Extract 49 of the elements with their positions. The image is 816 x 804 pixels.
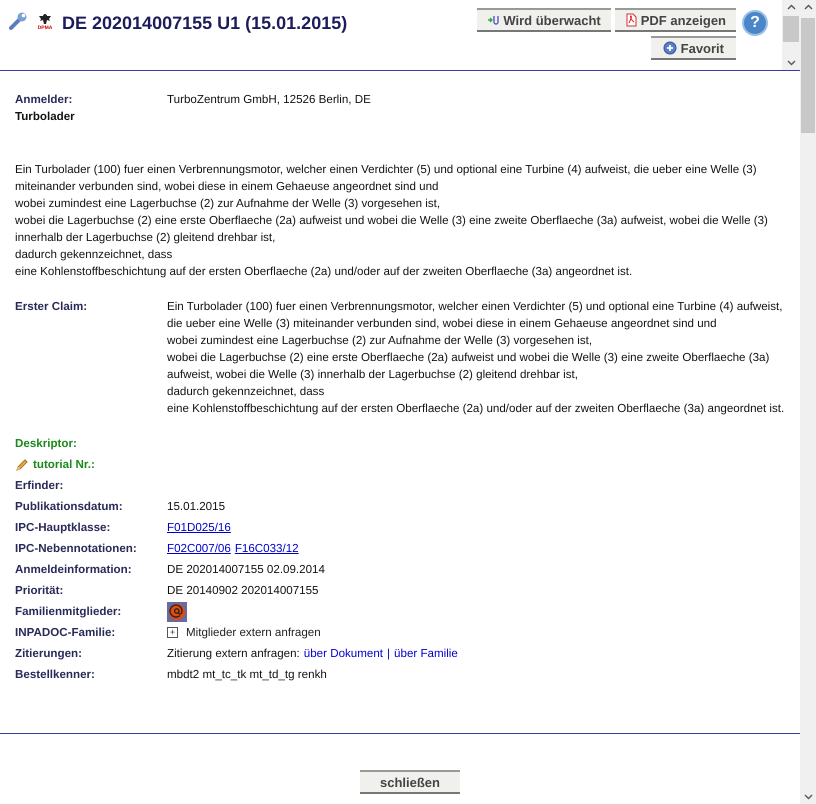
field-label: IPC-Nebennotationen:	[15, 541, 138, 557]
ipc-link[interactable]: F16C033/12	[234, 538, 299, 559]
abstract-line: wobei zumindest eine Lagerbuchse (2) zur Aufnahme der Welle (3) vorgesehen ist,	[15, 196, 442, 212]
citation-link[interactable]: über Dokument	[304, 643, 384, 664]
field-value: mbdt2 mt_tc_tk mt_td_tg renkh	[167, 667, 328, 683]
field-value: Zitierung extern anfragen:	[167, 646, 300, 662]
field-label: Priorität:	[15, 583, 64, 599]
pencil-icon[interactable]	[15, 458, 29, 472]
link-separator: |	[387, 646, 390, 662]
section-heading: Deskriptor:	[15, 436, 77, 452]
abstract-line: dadurch gekennzeichnet, dass	[15, 247, 174, 263]
claim-line: dadurch gekennzeichnet, dass	[167, 384, 326, 400]
field-label: Erster Claim:	[15, 299, 88, 315]
field-label: INPADOC-Familie:	[15, 625, 116, 641]
pdf-button[interactable]: PDF anzeigen	[614, 8, 736, 32]
favorite-button[interactable]: Favorit	[650, 36, 736, 60]
help-button[interactable]: ?	[742, 10, 768, 36]
field-label: Publikationsdatum:	[15, 499, 124, 515]
scrollbar-thumb[interactable]	[783, 16, 799, 42]
invention-title: Turbolader	[15, 110, 76, 123]
pdf-icon	[624, 13, 637, 27]
watch-button[interactable]: Wird überwacht	[477, 8, 611, 32]
field-label: Anmelder:	[15, 92, 74, 108]
field-label: Bestellkenner:	[15, 667, 96, 683]
field-value: 15.01.2015	[167, 499, 226, 515]
field-value: DE 20140902 202014007155	[167, 583, 320, 599]
field-value[interactable]: Mitglieder extern anfragen	[186, 622, 321, 643]
eagle-icon	[38, 13, 52, 25]
section-heading: tutorial Nr.:	[33, 457, 95, 473]
field-label: Erfinder:	[15, 478, 64, 494]
expand-toggle[interactable]: +	[167, 627, 178, 638]
plus-circle-icon	[662, 41, 677, 55]
field-label: IPC-Hauptklasse:	[15, 520, 112, 536]
wrench-icon	[8, 11, 28, 31]
citation-link[interactable]: über Familie	[394, 643, 458, 664]
ipc-link[interactable]: F01D025/16	[167, 517, 231, 538]
at-sign-icon[interactable]	[167, 602, 187, 622]
field-value: TurboZentrum GmbH, 12526 Berlin, DE	[167, 92, 372, 108]
field-label: Zitierungen:	[15, 646, 83, 662]
close-button[interactable]: schließen	[360, 770, 460, 794]
scrollbar-thumb[interactable]	[801, 18, 815, 133]
claim-line: eine Kohlenstoffbeschichtung auf der ersten Oberflaeche (2a) und/oder auf der zweiten Oberflaeche (3a) angeordnet ist.	[167, 401, 786, 417]
field-label: Anmeldeinformation:	[15, 562, 133, 578]
document-title: DE 202014007155 U1 (15.01.2015)	[62, 12, 348, 35]
ipc-link[interactable]: F02C007/06	[167, 538, 231, 559]
abstract-line: eine Kohlenstoffbeschichtung auf der ersten Oberflaeche (2a) und/oder auf der zweiten Oberflaeche (3a) angeordnet ist.	[15, 264, 634, 280]
claim-line: wobei zumindest eine Lagerbuchse (2) zur Aufnahme der Welle (3) vorgesehen ist,	[167, 333, 594, 349]
field-value: DE 202014007155 02.09.2014	[167, 562, 326, 578]
field-label: Familienmitglieder:	[15, 604, 122, 620]
